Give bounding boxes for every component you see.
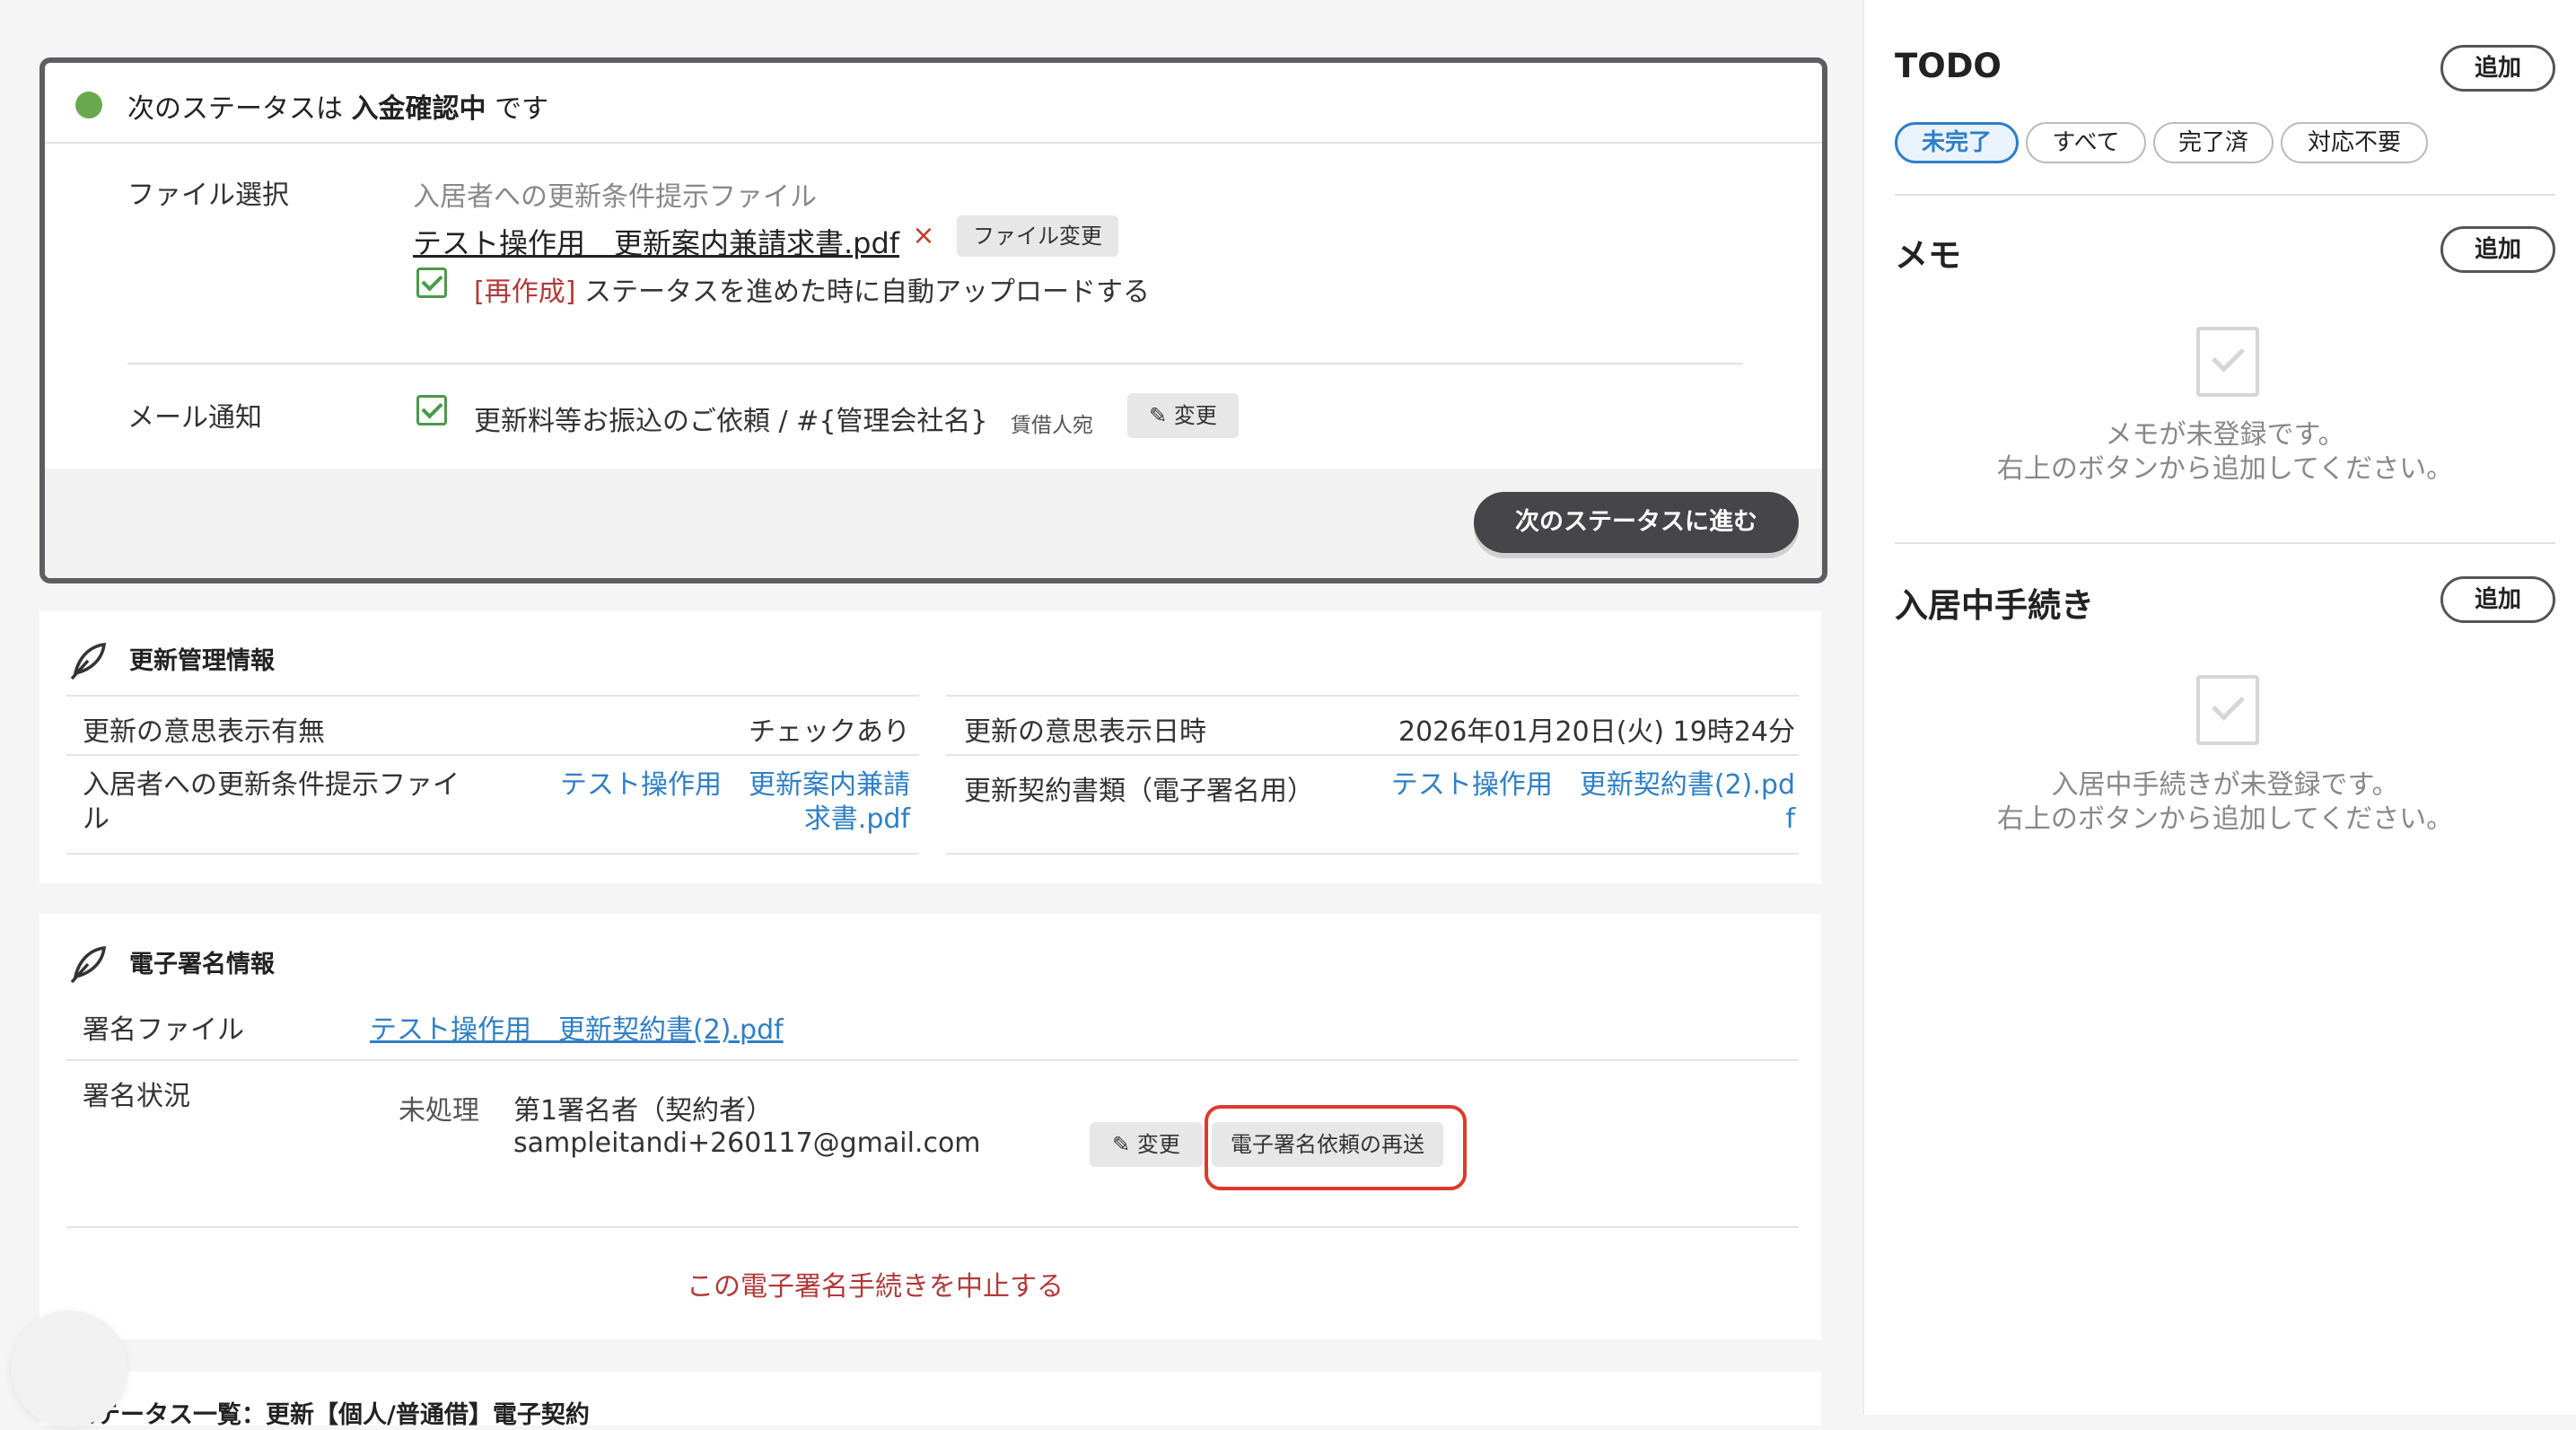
memo-add-button[interactable]: 追加 bbox=[2440, 226, 2555, 273]
tab-incomplete[interactable]: 未完了 bbox=[1895, 122, 2019, 163]
next-status-button[interactable]: 次のステータスに進む bbox=[1474, 492, 1799, 553]
mail-change-label: 変更 bbox=[1173, 403, 1217, 428]
esign-doc-link-line1: テスト操作用 更新契約書(2).pd bbox=[1390, 769, 1795, 801]
sidebar: TODO 追加 未完了 すべて 完了済 対応不要 メモ 追加 メモが未登録です。… bbox=[1862, 0, 2576, 1415]
memo-empty-text: メモが未登録です。 右上のボタンから追加してください。 bbox=[1895, 418, 2555, 487]
recreate-tag: [再作成] bbox=[474, 276, 576, 308]
memo-title: メモ bbox=[1895, 236, 1961, 275]
side-divider bbox=[1895, 194, 2555, 196]
auto-upload-label: [再作成] ステータスを進めた時に自動アップロードする bbox=[474, 269, 1150, 309]
signer-role: 第1署名者（契約者） bbox=[513, 1095, 774, 1127]
condition-file-link[interactable]: テスト操作用 更新案内兼請 求書.pdf bbox=[524, 768, 910, 837]
condition-file-label-line2: ル bbox=[83, 803, 110, 835]
status-footer: 次のステータスに進む bbox=[45, 469, 1822, 578]
quill-icon bbox=[70, 642, 107, 680]
sign-file-label: 署名ファイル bbox=[83, 1014, 244, 1046]
quill-icon bbox=[70, 945, 107, 984]
status-dot-icon bbox=[75, 92, 102, 118]
mail-change-button[interactable]: ✎ 変更 bbox=[1127, 393, 1239, 438]
sign-state-value: 未処理 bbox=[399, 1095, 479, 1127]
main-content: 次のステータスは 入金確認中 です ファイル選択 入居者への更新条件提示ファイル… bbox=[0, 0, 1862, 1429]
change-file-button[interactable]: ファイル変更 bbox=[957, 215, 1118, 257]
esign-info-title: 電子署名情報 bbox=[129, 951, 275, 978]
selected-file-name[interactable]: テスト操作用 更新案内兼請求書.pdf bbox=[413, 221, 899, 262]
condition-file-link-line1: テスト操作用 更新案内兼請 bbox=[560, 769, 910, 801]
mail-recipient: 賃借人宛 bbox=[1011, 414, 1093, 437]
procedure-empty-line2: 右上のボタンから追加してください。 bbox=[1996, 803, 2454, 835]
procedure-title: 入居中手続き bbox=[1895, 586, 2094, 625]
row-divider bbox=[66, 754, 919, 756]
auto-upload-checkbox[interactable] bbox=[416, 268, 447, 298]
signer-change-label: 変更 bbox=[1136, 1132, 1180, 1157]
empty-checklist-icon bbox=[2196, 327, 2259, 397]
mail-notify-label: メール通知 bbox=[127, 402, 262, 434]
condition-file-link-line2: 求書.pdf bbox=[803, 803, 910, 835]
procedure-empty-line1: 入居中手続きが未登録です。 bbox=[2051, 769, 2399, 801]
file-caption: 入居者への更新条件提示ファイル bbox=[413, 181, 817, 213]
tab-all[interactable]: すべて bbox=[2026, 122, 2146, 163]
next-status-text: 次のステータスは 入金確認中 です bbox=[127, 86, 548, 126]
esign-doc-link[interactable]: テスト操作用 更新契約書(2).pd f bbox=[1346, 768, 1795, 837]
sign-state-label: 署名状況 bbox=[83, 1081, 190, 1112]
renewal-info-card: 更新管理情報 更新の意思表示有無 チェックあり 更新の意思表示日時 2026年0… bbox=[39, 610, 1821, 883]
row-divider bbox=[946, 853, 1799, 855]
signer-change-button[interactable]: ✎ 変更 bbox=[1090, 1122, 1203, 1167]
signer-email: sampleitandi+260117@gmail.com bbox=[513, 1127, 981, 1159]
intent-date-value: 2026年01月20日(火) 19時24分 bbox=[1398, 716, 1795, 748]
status-divider bbox=[127, 363, 1743, 364]
intent-date-label: 更新の意思表示日時 bbox=[964, 716, 1206, 748]
todo-add-button[interactable]: 追加 bbox=[2440, 45, 2555, 92]
esign-doc-label: 更新契約書類（電子署名用） bbox=[964, 776, 1314, 807]
status-prefix: 次のステータスは bbox=[127, 93, 343, 125]
row-divider bbox=[946, 754, 1799, 756]
sign-file-link[interactable]: テスト操作用 更新契約書(2).pdf bbox=[370, 1007, 784, 1047]
pencil-icon: ✎ bbox=[1112, 1132, 1131, 1157]
condition-file-label-line1: 入居者への更新条件提示ファイ bbox=[83, 769, 460, 801]
pencil-icon: ✎ bbox=[1149, 403, 1168, 428]
row-divider bbox=[66, 1226, 1799, 1228]
next-status-panel: 次のステータスは 入金確認中 です ファイル選択 入居者への更新条件提示ファイル… bbox=[39, 57, 1827, 583]
remove-file-icon[interactable]: × bbox=[910, 223, 937, 250]
tab-not-required[interactable]: 対応不要 bbox=[2281, 122, 2428, 163]
status-name: 入金確認中 bbox=[351, 93, 486, 125]
renewal-info-title: 更新管理情報 bbox=[129, 647, 275, 675]
status-list-title: ステータス一覧：更新【個人/普通借】電子契約 bbox=[72, 1401, 590, 1429]
row-divider bbox=[66, 695, 919, 697]
auto-upload-text: ステータスを進めた時に自動アップロードする bbox=[583, 276, 1150, 308]
procedure-add-button[interactable]: 追加 bbox=[2440, 576, 2555, 623]
memo-empty-line2: 右上のボタンから追加してください。 bbox=[1996, 453, 2454, 485]
status-suffix: です bbox=[495, 93, 549, 125]
status-header: 次のステータスは 入金確認中 です bbox=[45, 63, 1822, 144]
cancel-esign-link[interactable]: この電子署名手続きを中止する bbox=[687, 1264, 1064, 1303]
intent-label: 更新の意思表示有無 bbox=[83, 716, 325, 748]
row-divider bbox=[946, 695, 1799, 697]
row-divider bbox=[66, 853, 919, 855]
esign-doc-link-line2: f bbox=[1785, 803, 1795, 835]
procedure-empty-text: 入居中手続きが未登録です。 右上のボタンから追加してください。 bbox=[1895, 768, 2555, 837]
floating-action-button[interactable] bbox=[11, 1311, 127, 1427]
empty-checklist-icon bbox=[2196, 675, 2259, 745]
resend-highlight-frame bbox=[1205, 1105, 1467, 1190]
intent-value: チェックあり bbox=[749, 716, 910, 748]
mail-subject: 更新料等お振込のご依頼 / #{管理会社名} bbox=[474, 406, 988, 437]
side-divider bbox=[1895, 542, 2555, 544]
condition-file-label: 入居者への更新条件提示ファイ ル bbox=[83, 768, 460, 837]
row-divider bbox=[66, 1059, 1799, 1061]
tab-completed[interactable]: 完了済 bbox=[2153, 122, 2274, 163]
status-list-card: ステータス一覧：更新【個人/普通借】電子契約 bbox=[39, 1372, 1821, 1429]
mail-notify-checkbox[interactable] bbox=[416, 395, 447, 425]
todo-title: TODO bbox=[1895, 47, 2002, 85]
file-select-label: ファイル選択 bbox=[127, 180, 289, 211]
memo-empty-line1: メモが未登録です。 bbox=[2105, 419, 2345, 451]
